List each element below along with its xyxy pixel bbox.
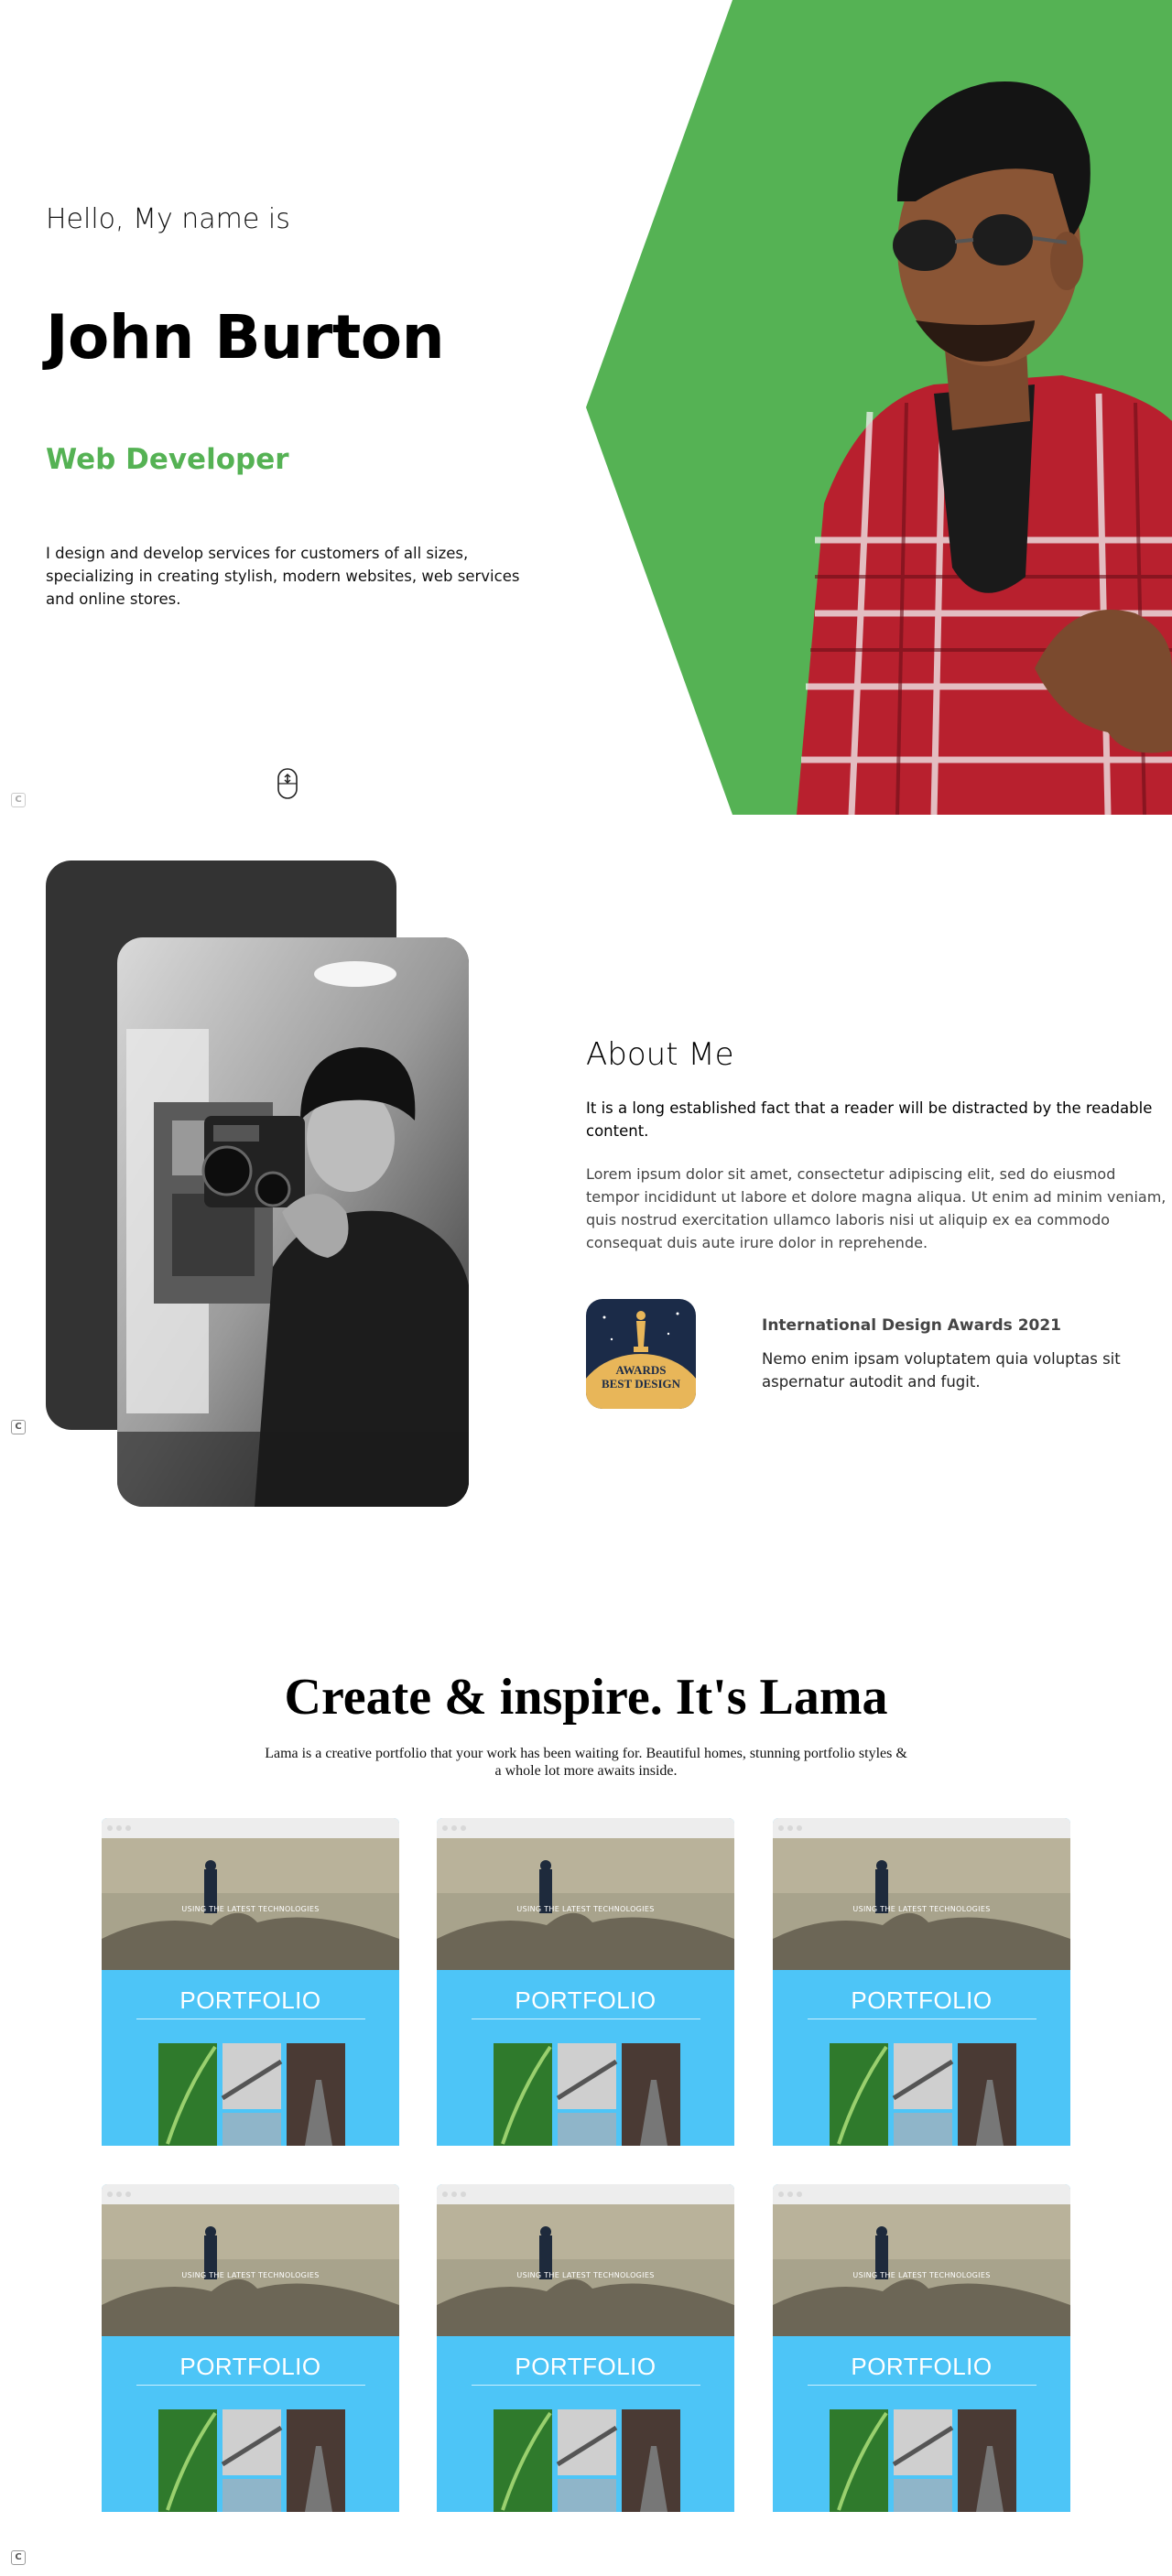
portfolio-item[interactable]: USING THE LATEST TECHNOLOGIES PORTFOLIO <box>437 1818 734 2146</box>
hero-landscape-image <box>773 2204 1070 2336</box>
portfolio-item-hero: USING THE LATEST TECHNOLOGIES <box>773 2204 1070 2336</box>
portfolio-item-hero: USING THE LATEST TECHNOLOGIES <box>437 2204 734 2336</box>
browser-bar <box>437 2184 734 2204</box>
portfolio-item-hero-text: USING THE LATEST TECHNOLOGIES <box>516 1905 655 1913</box>
portfolio-item[interactable]: USING THE LATEST TECHNOLOGIES PORTFOLIO <box>102 1818 399 2146</box>
portfolio-section: Create & inspire. It's Lama Lama is a cr… <box>0 1456 1172 2576</box>
portfolio-item[interactable]: USING THE LATEST TECHNOLOGIES PORTFOLIO <box>773 2184 1070 2512</box>
browser-bar <box>102 2184 399 2204</box>
award-badge-image: AWARDS BEST DESIGN <box>586 1299 696 1409</box>
portfolio-tiles <box>830 2409 1016 2512</box>
divider <box>471 2385 700 2386</box>
about-section: C About Me It is a long established fact… <box>0 815 1172 1507</box>
portfolio-tiles <box>158 2409 345 2512</box>
hero-landscape-image <box>437 1838 734 1970</box>
c-badge-icon[interactable]: C <box>11 1420 26 1434</box>
hero-role: Web Developer <box>46 443 289 476</box>
hero-section: Hello, My name is John Burton Web Develo… <box>0 0 1172 815</box>
award-badge-line-1: AWARDS <box>616 1363 667 1377</box>
about-photo <box>117 937 469 1507</box>
portfolio-item-hero-text: USING THE LATEST TECHNOLOGIES <box>516 2271 655 2279</box>
portfolio-item-hero-text: USING THE LATEST TECHNOLOGIES <box>852 1905 991 1913</box>
hero-description: I design and develop services for custom… <box>46 545 520 608</box>
hero-landscape-image <box>773 1838 1070 1970</box>
c-badge-icon[interactable]: C <box>11 793 26 807</box>
portfolio-tiles <box>158 2043 345 2146</box>
browser-bar <box>773 1818 1070 1838</box>
award-badge-line-2: BEST DESIGN <box>602 1377 681 1391</box>
portfolio-item[interactable]: USING THE LATEST TECHNOLOGIES PORTFOLIO <box>102 2184 399 2512</box>
portfolio-item-hero: USING THE LATEST TECHNOLOGIES <box>102 1838 399 1970</box>
portfolio-item-hero: USING THE LATEST TECHNOLOGIES <box>102 2204 399 2336</box>
portfolio-title: Create & inspire. It's Lama <box>284 1669 888 1726</box>
portfolio-item-hero-text: USING THE LATEST TECHNOLOGIES <box>181 1905 320 1913</box>
portfolio-item-label: PORTFOLIO <box>851 1986 993 2014</box>
hero-landscape-image <box>102 2204 399 2336</box>
portfolio-tiles <box>494 2043 680 2146</box>
portfolio-description: Lama is a creative portfolio that your w… <box>265 1746 907 1779</box>
portfolio-item-hero: USING THE LATEST TECHNOLOGIES <box>773 1838 1070 1970</box>
portfolio-item-hero-text: USING THE LATEST TECHNOLOGIES <box>852 2271 991 2279</box>
hero-greeting: Hello, My name is <box>46 203 290 235</box>
portfolio-item[interactable]: USING THE LATEST TECHNOLOGIES PORTFOLIO <box>773 1818 1070 2146</box>
portfolio-item-label: PORTFOLIO <box>179 2353 321 2380</box>
browser-bar <box>773 2184 1070 2204</box>
portfolio-item[interactable]: USING THE LATEST TECHNOLOGIES PORTFOLIO <box>437 2184 734 2512</box>
hero-name: John Burton <box>46 302 445 373</box>
hero-landscape-image <box>102 1838 399 1970</box>
portfolio-item-hero-text: USING THE LATEST TECHNOLOGIES <box>181 2271 320 2279</box>
about-title: About Me <box>586 1036 734 1073</box>
portfolio-item-label: PORTFOLIO <box>515 2353 657 2380</box>
about-description: Lorem ipsum dolor sit amet, consectetur … <box>586 1165 1167 1251</box>
browser-bar <box>102 1818 399 1838</box>
browser-bar <box>437 1818 734 1838</box>
divider <box>807 2385 1036 2386</box>
portfolio-item-label: PORTFOLIO <box>851 2353 993 2380</box>
mouse-scroll-icon[interactable] <box>277 768 298 799</box>
hero-portrait <box>797 81 1172 815</box>
portfolio-item-label: PORTFOLIO <box>179 1986 321 2014</box>
portfolio-item-label: PORTFOLIO <box>515 1986 657 2014</box>
about-subtitle: It is a long established fact that a rea… <box>586 1099 1153 1140</box>
c-badge-icon[interactable]: C <box>11 2550 26 2565</box>
portfolio-tiles <box>494 2409 680 2512</box>
hero-landscape-image <box>437 2204 734 2336</box>
divider <box>136 2385 365 2386</box>
award-title: International Design Awards 2021 <box>762 1316 1062 1335</box>
award-description: Nemo enim ipsam voluptatem quia voluptas… <box>762 1350 1121 1391</box>
portfolio-item-hero: USING THE LATEST TECHNOLOGIES <box>437 1838 734 1970</box>
portfolio-tiles <box>830 2043 1016 2146</box>
